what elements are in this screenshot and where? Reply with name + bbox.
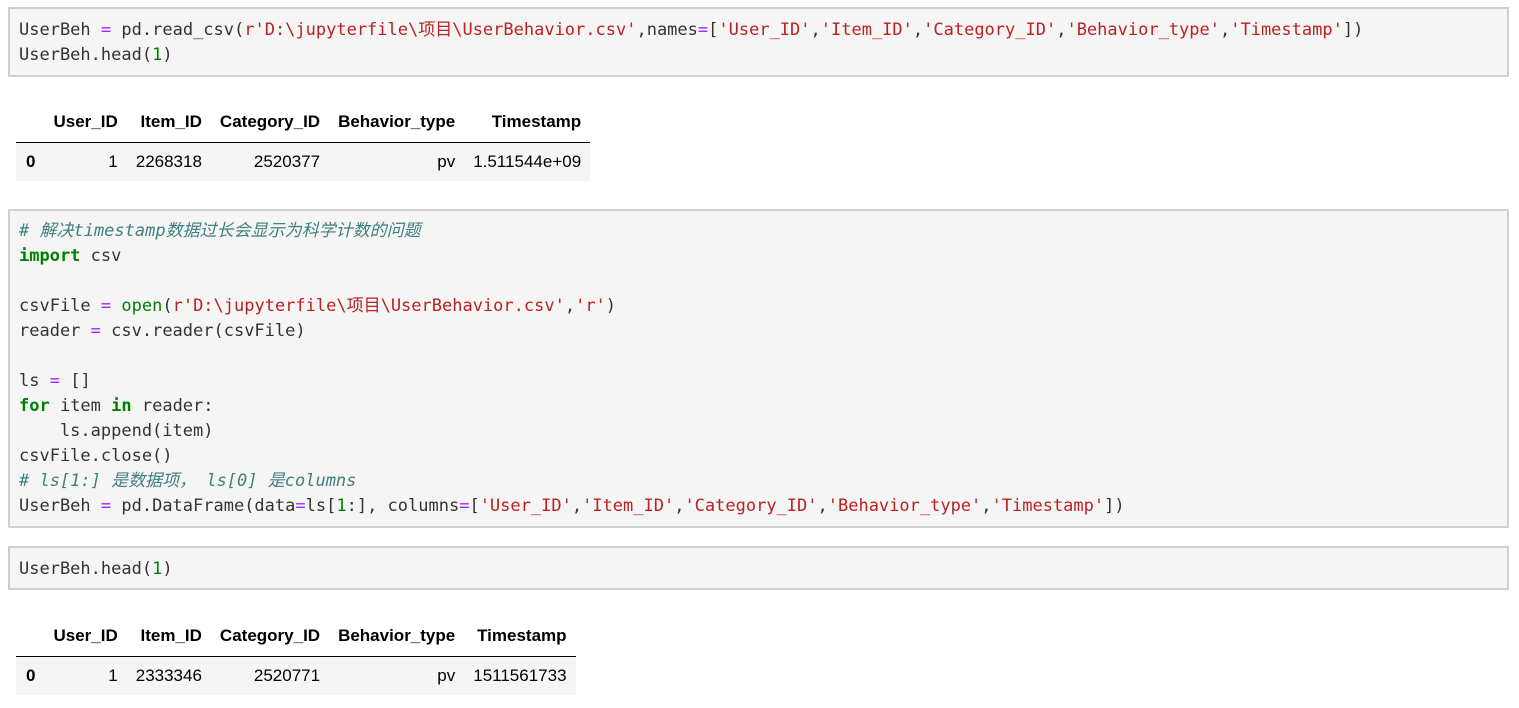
table-header-index bbox=[16, 615, 45, 657]
table-header: Category_ID bbox=[210, 615, 330, 657]
table-header-index bbox=[16, 101, 45, 143]
code-line: csvFile = open(r'D:\jupyterfile\项目\UserB… bbox=[19, 296, 617, 316]
table-cell: 1511561733 bbox=[464, 656, 576, 695]
table-header: Timestamp bbox=[464, 101, 591, 143]
code-line: ls.append(item) bbox=[19, 421, 214, 441]
table-cell: 2333346 bbox=[126, 656, 211, 695]
code-editor-2[interactable]: # 解决timestamp数据过长会显示为科学计数的问题 import csv cs… bbox=[19, 219, 1125, 519]
code-line: reader = csv.reader(csvFile) bbox=[19, 321, 306, 341]
code-cell-2[interactable]: # 解决timestamp数据过长会显示为科学计数的问题 import csv cs… bbox=[8, 209, 1509, 528]
code-line-empty bbox=[19, 269, 1125, 294]
code-line: for item in reader: bbox=[19, 396, 214, 416]
table-row-index: 0 bbox=[16, 656, 45, 695]
code-line: ls = [] bbox=[19, 371, 91, 391]
code-line: UserBeh = pd.DataFrame(data=ls[1:], colu… bbox=[19, 496, 1125, 516]
table-cell: 1.511544e+09 bbox=[464, 142, 591, 181]
table-header: Item_ID bbox=[126, 101, 211, 143]
table-row: 0 1 2268318 2520377 pv 1.511544e+09 bbox=[16, 142, 591, 181]
table-row-index: 0 bbox=[16, 142, 45, 181]
table-cell: 1 bbox=[44, 142, 127, 181]
output-dataframe-1: User_ID Item_ID Category_ID Behavior_typ… bbox=[16, 101, 591, 181]
table-header: Item_ID bbox=[126, 615, 211, 657]
table-header: Timestamp bbox=[464, 615, 576, 657]
table-header: Behavior_type bbox=[329, 615, 465, 657]
code-editor-1[interactable]: UserBeh = pd.read_csv(r'D:\jupyterfile\项… bbox=[19, 18, 1363, 68]
code-editor-3[interactable]: UserBeh.head(1) bbox=[19, 557, 173, 582]
code-cell-1[interactable]: UserBeh = pd.read_csv(r'D:\jupyterfile\项… bbox=[8, 7, 1509, 77]
table-row: 0 1 2333346 2520771 pv 1511561733 bbox=[16, 656, 576, 695]
table-cell: pv bbox=[329, 656, 465, 695]
table-cell: 2520771 bbox=[210, 656, 330, 695]
code-comment: # ls[1:] 是数据项， ls[0] 是columns bbox=[19, 471, 357, 491]
code-line: import csv bbox=[19, 246, 122, 266]
code-comment: # 解决timestamp数据过长会显示为科学计数的问题 bbox=[19, 221, 421, 241]
table-header: Category_ID bbox=[210, 101, 330, 143]
code-cell-3[interactable]: UserBeh.head(1) bbox=[8, 546, 1509, 590]
code-line: UserBeh.head(1) bbox=[19, 559, 173, 579]
table-cell: pv bbox=[329, 142, 465, 181]
code-line: UserBeh.head(1) bbox=[19, 45, 173, 65]
table-header: User_ID bbox=[44, 101, 127, 143]
table-cell: 1 bbox=[44, 656, 127, 695]
code-line: UserBeh = pd.read_csv(r'D:\jupyterfile\项… bbox=[19, 20, 1364, 40]
code-line-empty bbox=[19, 344, 1125, 369]
table-cell: 2520377 bbox=[210, 142, 330, 181]
table-header-row: User_ID Item_ID Category_ID Behavior_typ… bbox=[16, 101, 591, 143]
table-header-row: User_ID Item_ID Category_ID Behavior_typ… bbox=[16, 615, 576, 657]
table-header: User_ID bbox=[44, 615, 127, 657]
table-cell: 2268318 bbox=[126, 142, 211, 181]
table-header: Behavior_type bbox=[329, 101, 465, 143]
code-line: csvFile.close() bbox=[19, 446, 173, 466]
output-dataframe-2: User_ID Item_ID Category_ID Behavior_typ… bbox=[16, 615, 576, 695]
